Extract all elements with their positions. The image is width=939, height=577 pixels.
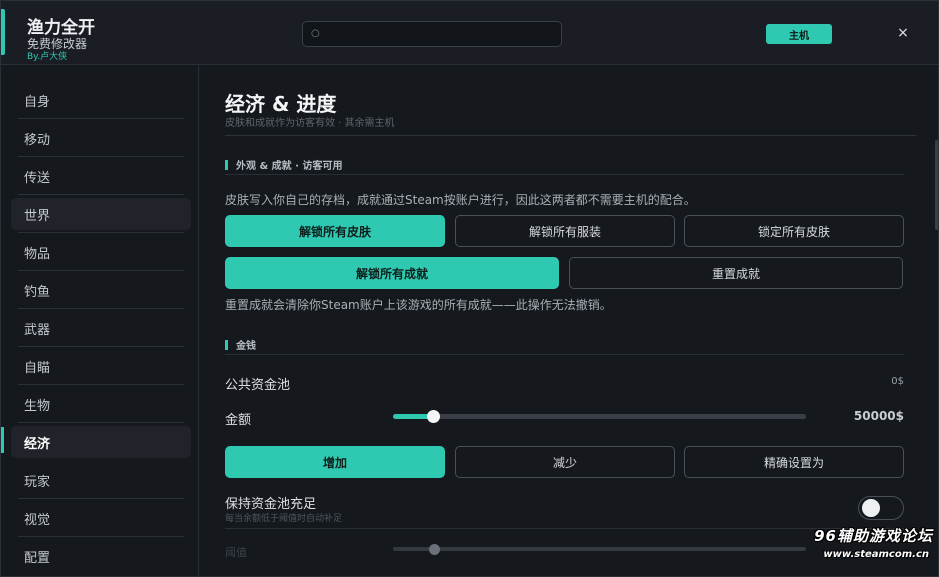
app-window: 渔力全开 免费修改器 By.卢大侠 ○ 主机 × 自身 移动 传送 世界 物品 … — [0, 0, 939, 577]
amount-label: 金额 — [225, 413, 252, 428]
sidebar-item-config[interactable]: 配置 — [11, 540, 191, 572]
unlock-all-outfits-button[interactable]: 解锁所有服装 — [455, 215, 675, 247]
section-heading-money: 金钱 — [225, 337, 256, 352]
accent-bar — [1, 9, 5, 55]
sidebar-item-label: 玩家 — [24, 474, 51, 490]
threshold-slider[interactable] — [393, 544, 806, 555]
section-divider — [225, 528, 904, 529]
amount-value: 50000$ — [853, 409, 904, 423]
search-box[interactable]: ○ — [302, 21, 562, 47]
app-author: By.卢大侠 — [27, 52, 68, 62]
sidebar-item-teleport[interactable]: 传送 — [11, 160, 191, 195]
sidebar-item-label: 移动 — [24, 132, 51, 148]
appearance-description: 皮肤写入你自己的存档，成就通过Steam按账户进行，因此这两者都不需要主机的配合… — [225, 193, 696, 207]
section-marker — [225, 159, 228, 170]
reset-warning: 重置成就会清除你Steam账户上该游戏的所有成就——此操作无法撤销。 — [225, 298, 612, 312]
sidebar-item-label: 经济 — [24, 436, 51, 452]
watermark-title: 96辅助游戏论坛 — [814, 527, 933, 545]
forum-watermark: 96辅助游戏论坛 www.steamcom.cn — [813, 525, 937, 569]
toggle-knob — [862, 499, 880, 517]
sidebar-item-label: 自身 — [24, 94, 51, 110]
close-icon[interactable]: × — [895, 25, 911, 41]
sidebar-item-items[interactable]: 物品 — [11, 236, 191, 271]
sidebar-item-visuals[interactable]: 视觉 — [11, 502, 191, 537]
sidebar-item-label: 世界 — [24, 208, 51, 224]
title-bar: 渔力全开 免费修改器 By.卢大侠 ○ 主机 × — [1, 1, 938, 65]
keep-full-label: 保持资金池充足 — [225, 497, 317, 512]
sidebar-item-world[interactable]: 世界 — [11, 198, 191, 233]
section-divider — [225, 354, 904, 355]
sidebar-item-label: 自瞄 — [24, 360, 51, 376]
amount-slider[interactable] — [393, 410, 806, 423]
sidebar-item-label: 生物 — [24, 398, 51, 414]
keep-full-toggle[interactable] — [858, 496, 904, 520]
sidebar: 自身 移动 传送 世界 物品 钓鱼 武器 自瞄 生物 经济 玩家 视觉 配置 — [1, 66, 199, 576]
amount-slider-thumb[interactable] — [427, 410, 440, 423]
sidebar-item-label: 钓鱼 — [24, 284, 51, 300]
threshold-slider-thumb[interactable] — [429, 544, 440, 555]
section-heading-label: 外观 & 成就 · 访客可用 — [236, 161, 343, 172]
sidebar-item-movement[interactable]: 移动 — [11, 122, 191, 157]
sidebar-item-label: 传送 — [24, 170, 51, 186]
unlock-all-skins-button[interactable]: 解锁所有皮肤 — [225, 215, 445, 247]
keep-full-hint: 每当余额低于阈值时自动补足 — [225, 514, 343, 524]
main-panel: 经济 & 进度 皮肤和成就作为访客有效 · 其余需主机 外观 & 成就 · 访客… — [200, 66, 938, 576]
increase-button[interactable]: 增加 — [225, 446, 445, 478]
lock-all-skins-button[interactable]: 锁定所有皮肤 — [684, 215, 904, 247]
reset-achievements-button[interactable]: 重置成就 — [569, 257, 903, 289]
section-marker — [225, 339, 228, 350]
pool-value: 0$ — [891, 376, 904, 387]
active-nav-indicator — [1, 427, 4, 453]
sidebar-item-weapons[interactable]: 武器 — [11, 312, 191, 347]
search-input[interactable] — [323, 25, 553, 43]
title-divider — [225, 135, 916, 136]
sidebar-item-self[interactable]: 自身 — [11, 84, 191, 119]
section-divider — [225, 174, 904, 175]
section-heading-appearance: 外观 & 成就 · 访客可用 — [225, 157, 342, 172]
set-exact-button[interactable]: 精确设置为 — [684, 446, 904, 478]
page-title: 经济 & 进度 — [225, 92, 337, 116]
sidebar-item-players[interactable]: 玩家 — [11, 464, 191, 499]
sidebar-item-fishing[interactable]: 钓鱼 — [11, 274, 191, 309]
unlock-all-achievements-button[interactable]: 解锁所有成就 — [225, 257, 559, 289]
decrease-button[interactable]: 减少 — [455, 446, 675, 478]
sidebar-item-aimbot[interactable]: 自瞄 — [11, 350, 191, 385]
host-button[interactable]: 主机 — [766, 24, 832, 44]
watermark-url: www.steamcom.cn — [823, 549, 929, 560]
section-heading-label: 金钱 — [236, 341, 256, 352]
sidebar-item-label: 配置 — [24, 550, 51, 566]
sidebar-item-creatures[interactable]: 生物 — [11, 388, 191, 423]
threshold-label: 阈值 — [225, 546, 247, 559]
sidebar-item-economy[interactable]: 经济 — [11, 426, 191, 458]
sidebar-item-label: 视觉 — [24, 512, 51, 528]
sidebar-item-label: 武器 — [24, 322, 51, 338]
page-subtitle: 皮肤和成就作为访客有效 · 其余需主机 — [225, 118, 395, 129]
sidebar-item-label: 物品 — [24, 246, 51, 262]
pool-label: 公共资金池 — [225, 378, 291, 393]
scrollbar[interactable] — [935, 140, 938, 230]
search-icon: ○ — [311, 28, 320, 39]
